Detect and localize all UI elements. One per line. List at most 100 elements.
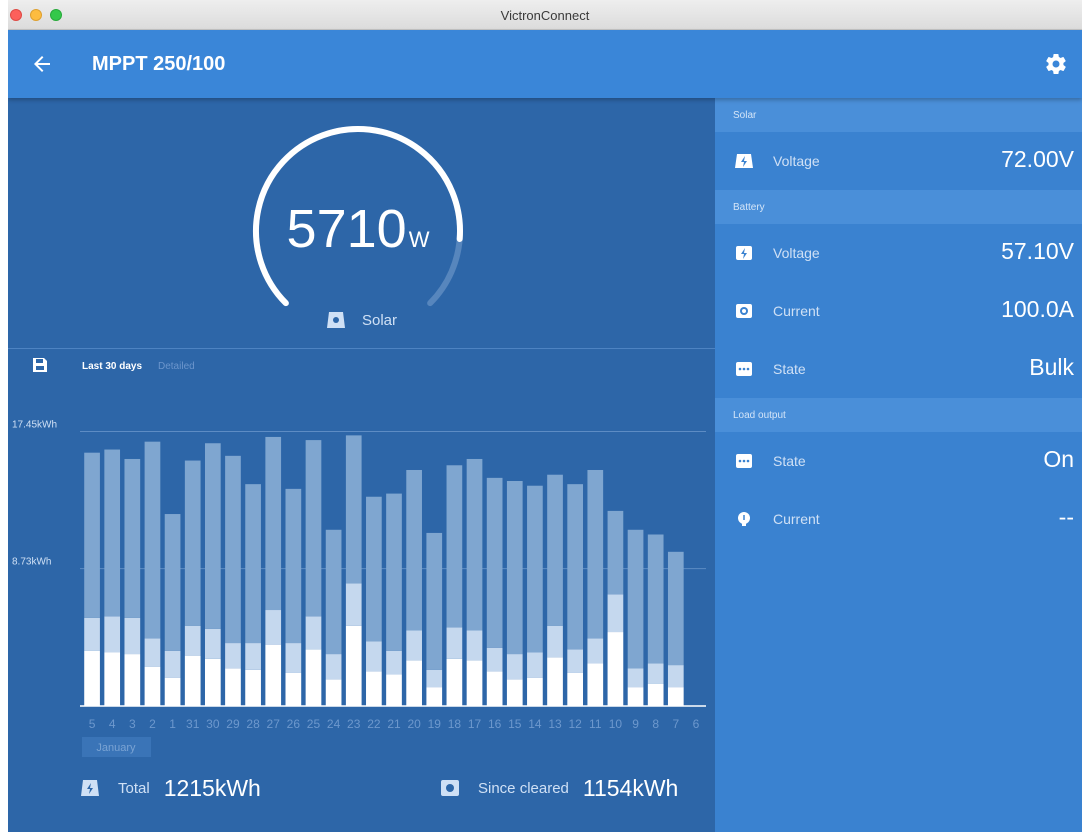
total-value: 1215kWh [163, 774, 261, 801]
chart-bar-segment [647, 534, 664, 664]
chart-bar-segment [587, 663, 604, 706]
chart-bar-segment [245, 484, 261, 644]
chart-bar-segment [345, 583, 362, 626]
x-tick-label: 28 [246, 717, 260, 731]
chart-bar-segment [345, 625, 362, 706]
device-title: MPPT 250/100 [92, 53, 226, 75]
chart-bar-segment [406, 469, 422, 631]
detail-label: Voltage [773, 153, 820, 169]
history-toolbar: Last 30 days Detailed [8, 349, 715, 383]
y-tick-label: 8.73kWh [12, 557, 51, 568]
tab-detailed[interactable]: Detailed [158, 361, 195, 372]
chart-bar-segment [527, 677, 543, 706]
chart-bar-segment [104, 616, 121, 653]
section-header: Battery [715, 190, 1082, 224]
history-bar-chart: 8.73kWh17.45kWh5 4 3 2 1 31 30 29 28 27 26 25 24 23 22… [12, 419, 706, 757]
x-tick-label: 26 [287, 717, 301, 731]
detail-label: Voltage [773, 245, 820, 261]
x-tick-label: 9 [632, 717, 639, 731]
x-tick-label: 2 [149, 717, 156, 731]
chart-bar-segment [426, 669, 443, 688]
x-tick-label: 5 [89, 717, 96, 731]
gauge-source-label: Solar [362, 311, 398, 329]
chart-bar-segment [607, 510, 624, 595]
chart-bar-segment [587, 638, 604, 664]
solar-panel-icon [735, 154, 753, 168]
chart-bar-segment [506, 481, 523, 655]
chart-bar-segment [325, 654, 342, 680]
history-totals: Total 1215kWh Since cleared 1154kWh [8, 772, 715, 812]
detail-row: State On [715, 432, 1082, 490]
chart-bar-segment [204, 443, 221, 629]
chart-bar-segment [265, 436, 282, 611]
chart-bar-segment [164, 650, 181, 678]
chart-bar-segment [466, 630, 483, 661]
detail-row: Voltage 57.10V [715, 224, 1082, 282]
gear-icon[interactable] [1044, 52, 1068, 76]
x-tick-label: 17 [468, 717, 482, 731]
x-tick-label: 7 [672, 717, 679, 731]
chart-bar-segment [386, 674, 402, 706]
window-title: VictronConnect [500, 8, 590, 23]
power-readout: 5710W [208, 198, 508, 260]
detail-row: State Bulk [715, 340, 1082, 398]
since-cleared-value: 1154kWh [582, 774, 679, 801]
x-tick-label: 30 [206, 717, 220, 731]
chart-bar-segment [627, 529, 644, 669]
chart-bar-segment [587, 469, 604, 639]
chart-bar-segment [84, 617, 100, 651]
chart-bar-segment [345, 435, 362, 584]
x-tick-label: 3 [129, 717, 136, 731]
detail-label: Current [773, 303, 820, 319]
month-label: January [96, 742, 136, 754]
chart-bar-segment [325, 529, 342, 655]
chart-bar-segment [184, 460, 201, 626]
chart-bar-segment [406, 660, 422, 706]
chart-bar-segment [386, 493, 402, 651]
chart-bar-segment [305, 616, 322, 650]
chart-bar-segment [466, 660, 483, 706]
chart-bar-segment [366, 671, 382, 706]
chart-bar-segment [486, 477, 503, 648]
chart-bar-segment [667, 551, 684, 666]
chart-bar-segment [305, 649, 322, 706]
chart-bar-segment [486, 671, 503, 706]
chart-bar-segment [506, 654, 523, 680]
x-tick-label: 8 [652, 717, 659, 731]
chart-bar-segment [144, 441, 161, 639]
chart-bar-segment [305, 440, 322, 617]
detail-label: Current [773, 511, 820, 527]
state-icon [736, 362, 752, 376]
chart-bar-segment [567, 672, 584, 706]
since-cleared-yield: Since cleared 1154kWh [440, 772, 678, 804]
chart-bar-segment [84, 650, 100, 706]
x-tick-label: 31 [186, 717, 200, 731]
tab-last-30-days[interactable]: Last 30 days [82, 361, 142, 372]
state-icon [736, 454, 752, 468]
chart-bar-segment [547, 657, 563, 706]
chart-bar-segment [527, 485, 543, 653]
since-cleared-label: Since cleared [478, 779, 569, 797]
chart-bar-segment [446, 627, 463, 659]
title-bar[interactable]: VictronConnect [8, 0, 1082, 30]
chart-bar-segment [124, 458, 141, 618]
chart-bar-segment [265, 610, 282, 645]
chart-bar-segment [607, 632, 624, 706]
chart-bar-segment [426, 687, 443, 706]
chart-bar-segment [667, 687, 684, 706]
solar-panel-icon [81, 780, 99, 796]
back-arrow-icon[interactable] [30, 52, 54, 76]
chart-bar-segment [506, 679, 523, 706]
chart-bar-segment [446, 465, 463, 628]
chart-bar-segment [164, 514, 181, 651]
save-icon[interactable] [32, 357, 48, 373]
chart-bar-segment [647, 663, 664, 684]
chart-bar-segment [386, 650, 402, 675]
chart-bar-segment [325, 679, 342, 706]
detail-row: Voltage 72.00V [715, 132, 1082, 190]
meter-icon [441, 780, 459, 796]
chart-bar-segment [84, 452, 100, 618]
chart-bar-segment [204, 628, 221, 659]
chart-bar-segment [366, 496, 382, 642]
gauge-source: Solar [326, 308, 397, 332]
